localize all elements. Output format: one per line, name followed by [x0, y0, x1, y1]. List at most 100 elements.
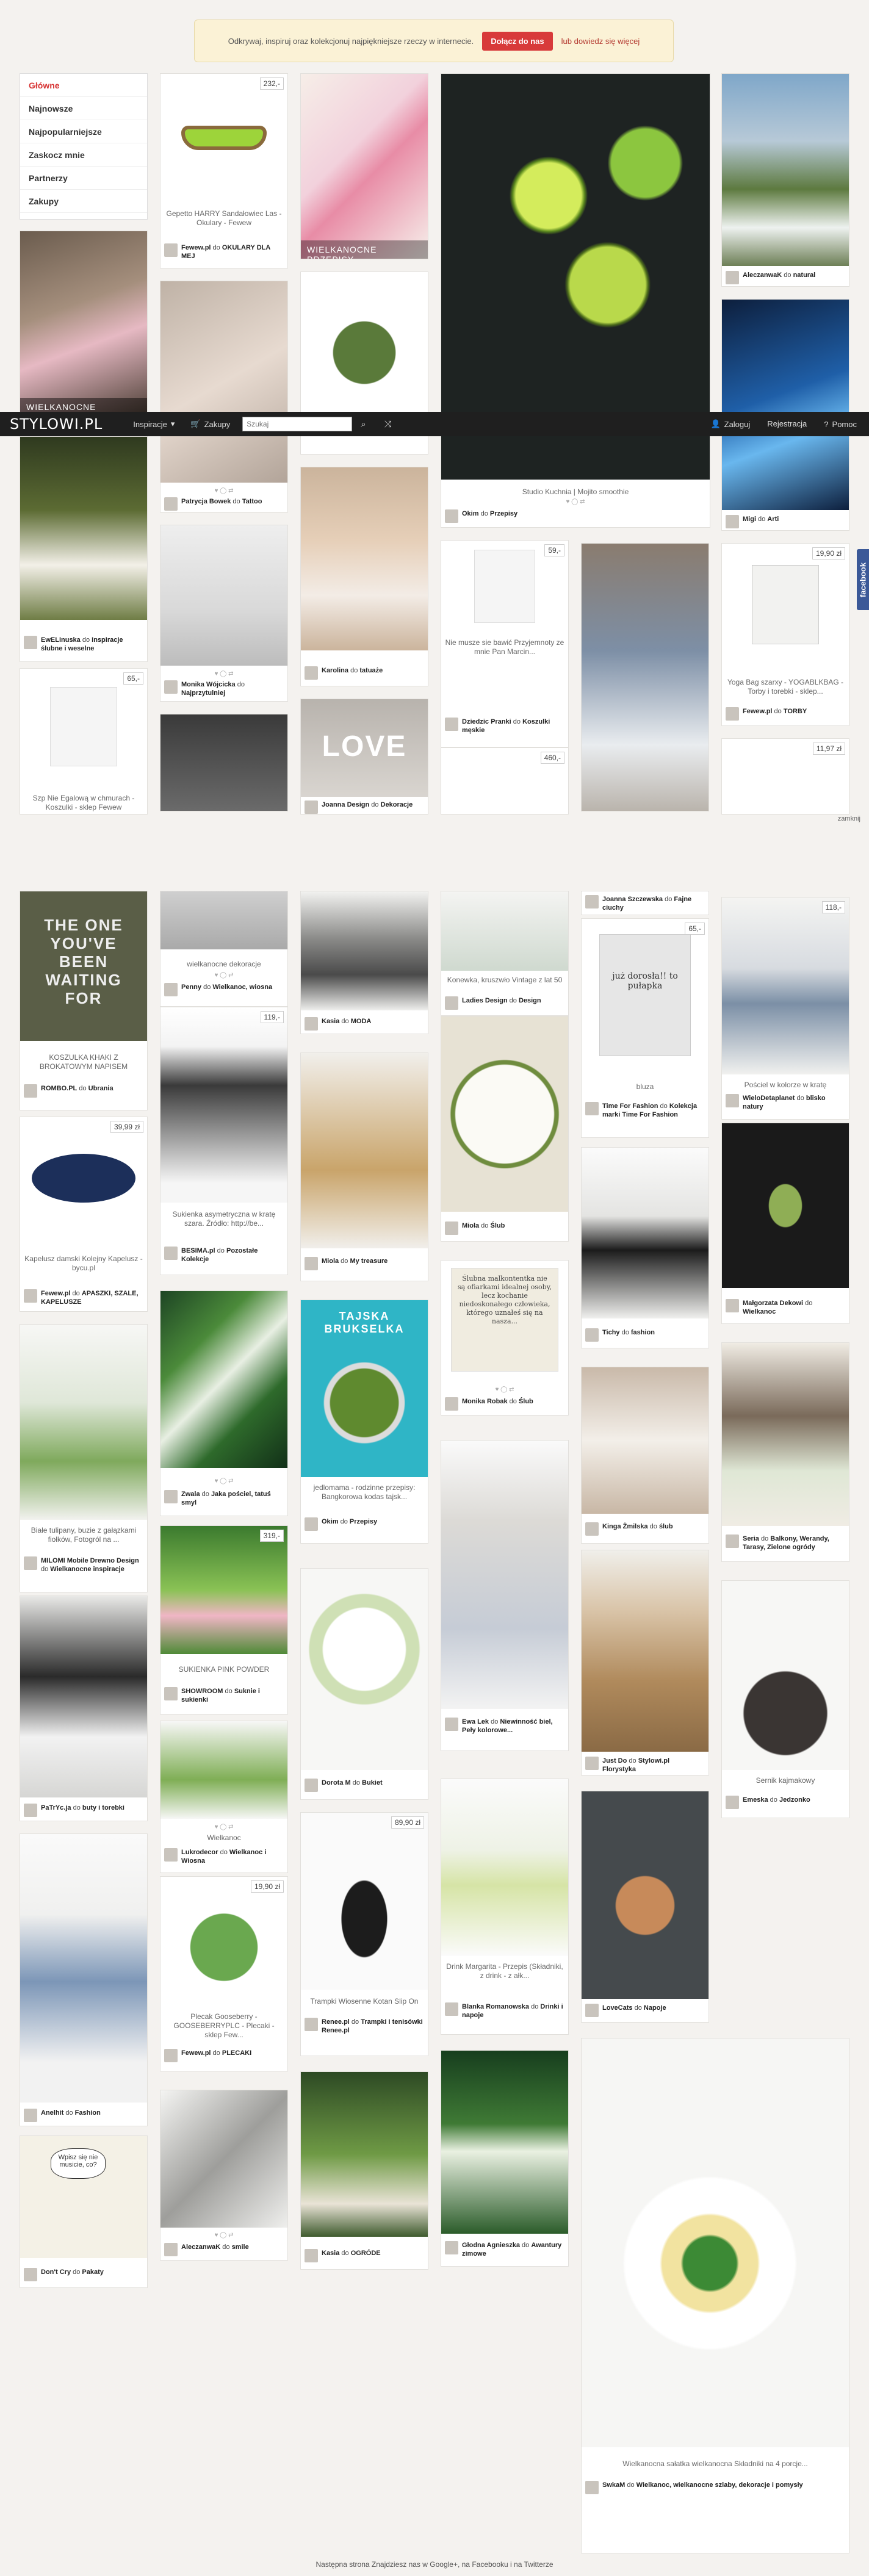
board-name[interactable]: OGRÓDE — [351, 2250, 381, 2257]
pin-image[interactable] — [722, 1581, 849, 1770]
author-name[interactable]: Just Do — [602, 1757, 627, 1765]
pin-image[interactable] — [722, 544, 849, 666]
board-name[interactable]: My treasure — [350, 1257, 388, 1265]
pin-image[interactable] — [582, 2038, 849, 2447]
board-name[interactable]: Wielkanocne inspiracje — [50, 1566, 124, 1573]
avatar[interactable] — [585, 1328, 599, 1342]
pin-card[interactable]: 39,99 zł Kapelusz damski Kolejny Kapelus… — [20, 1117, 148, 1312]
pin-card[interactable]: Sernik kajmakowy Emeska do Jedzonko — [721, 1580, 849, 1818]
author-name[interactable]: Fewew.pl — [181, 2049, 211, 2057]
board-name[interactable]: natural — [793, 272, 816, 279]
board-name[interactable]: Wielkanoc, wiosna — [212, 984, 272, 991]
avatar[interactable] — [585, 1522, 599, 1536]
avatar[interactable] — [305, 1257, 318, 1270]
author-name[interactable]: Monika Wójcicka — [181, 681, 236, 688]
pin-image[interactable]: LOVE — [301, 699, 428, 797]
author-name[interactable]: Migi — [743, 516, 756, 523]
avatar[interactable] — [445, 2002, 458, 2016]
author-name[interactable]: WieloDetaplanet — [743, 1095, 795, 1102]
avatar[interactable] — [445, 509, 458, 523]
pin-image[interactable] — [722, 1343, 849, 1526]
pin-card[interactable]: 118,- Pościel w kolorze w kratę WieloDet… — [721, 897, 849, 1120]
author-name[interactable]: Ladies Design — [462, 997, 508, 1004]
author-name[interactable]: EwELinuska — [41, 636, 81, 644]
author-name[interactable]: SHOWROOM — [181, 1688, 223, 1695]
pin-image[interactable] — [160, 1721, 287, 1819]
zakupy-link[interactable]: 🛒 Zakupy — [190, 419, 230, 429]
pin-card[interactable]: Kasia do OGRÓDE — [300, 2071, 428, 2270]
pin-card[interactable]: Ewa Lek do Niewinność biel, Peły kolorow… — [441, 1440, 569, 1751]
board-name[interactable]: PLECAKI — [222, 2049, 251, 2057]
avatar[interactable] — [726, 1796, 739, 1809]
author-name[interactable]: Monika Robak — [462, 1398, 508, 1405]
pin-image[interactable] — [160, 525, 287, 666]
pin-image[interactable] — [20, 1596, 147, 1797]
avatar[interactable] — [24, 1804, 37, 1817]
author-name[interactable]: Miola — [462, 1222, 479, 1229]
board-name[interactable]: Wielkanoc — [743, 1308, 776, 1315]
pin-card[interactable]: Głodna Agnieszka do Awantury zimowe — [441, 2050, 569, 2267]
avatar[interactable] — [164, 983, 178, 996]
learn-more-link[interactable]: lub dowiedz się więcej — [561, 37, 640, 46]
pin-image[interactable] — [441, 1441, 568, 1709]
author-name[interactable]: Kinga Żmilska — [602, 1523, 648, 1530]
author-name[interactable]: LoveCats — [602, 2004, 633, 2012]
avatar[interactable] — [726, 515, 739, 528]
pin-image[interactable] — [301, 1053, 428, 1248]
board-name[interactable]: Pakaty — [82, 2268, 103, 2276]
avatar[interactable] — [726, 1094, 739, 1107]
pin-image[interactable] — [582, 1148, 709, 1319]
pin-image[interactable] — [582, 1367, 709, 1514]
board-name[interactable]: Najprzytulniej — [181, 689, 225, 697]
pin-image[interactable] — [20, 1325, 147, 1520]
author-name[interactable]: PaTrYc.ja — [41, 1804, 71, 1811]
author-name[interactable]: Lukrodecor — [181, 1849, 218, 1856]
avatar[interactable] — [726, 1299, 739, 1312]
pin-card[interactable]: 65,- Szp Nie Egalową w chmurach - Koszul… — [20, 668, 148, 815]
pin-card[interactable]: AleczanwaK do natural — [721, 73, 849, 287]
pin-image[interactable] — [441, 2051, 568, 2234]
pin-image[interactable] — [160, 1291, 287, 1468]
help-link[interactable]: ? Pomoc — [824, 419, 857, 429]
pin-card[interactable]: 19,90 zł Plecak Gooseberry - GOOSEBERRYP… — [160, 1876, 288, 2071]
pin-card[interactable]: Studio Kuchnia | Mojito smoothie ♥ ◯ ⇄ O… — [441, 73, 710, 528]
author-name[interactable]: Małgorzata Dekowi — [743, 1300, 803, 1307]
pin-image[interactable] — [441, 1779, 568, 1956]
author-name[interactable]: Blanka Romanowska — [462, 2003, 529, 2010]
avatar[interactable] — [585, 895, 599, 908]
pin-card[interactable]: wielkanocne dekoracje ♥ ◯ ⇄ Penny do Wie… — [160, 891, 288, 1007]
pin-image[interactable]: TAJSKA BRUKSELKA — [301, 1300, 428, 1477]
close-link[interactable]: zamknij — [838, 815, 860, 822]
search-icon[interactable]: ⌕ — [361, 419, 366, 430]
avatar[interactable] — [726, 707, 739, 721]
pin-image[interactable] — [722, 300, 849, 510]
board-name[interactable]: fashion — [631, 1329, 655, 1336]
pin-card[interactable]: ♥ ◯ ⇄ Wielkanoc Lukrodecor do Wielkanoc … — [160, 1721, 288, 1873]
avatar[interactable] — [305, 2249, 318, 2262]
author-name[interactable]: Kasia — [322, 2250, 339, 2257]
facebook-side-tab[interactable]: facebook — [857, 549, 869, 610]
menu-item-najpopularniejsze[interactable]: Najpopularniejsze — [20, 120, 147, 143]
pin-image[interactable] — [160, 74, 287, 202]
avatar[interactable] — [24, 1556, 37, 1570]
pin-card[interactable]: Wpisz się nie musicie, co? Don't Cry do … — [20, 2135, 148, 2288]
register-link[interactable]: Rejestracja — [767, 419, 807, 429]
avatar[interactable] — [164, 497, 178, 511]
menu-item-glowne[interactable]: Główne — [20, 74, 147, 97]
pin-card[interactable]: Konewka, kruszwło Vintage z lat 50 Ladie… — [441, 891, 569, 1016]
pin-card[interactable]: ♥ ◯ ⇄ Monika Wójcicka do Najprzytulniej — [160, 525, 288, 702]
pin-card[interactable]: Kasia do MODA — [300, 891, 428, 1034]
avatar[interactable] — [726, 271, 739, 284]
pin-card[interactable]: Anelhit do Fashion — [20, 1833, 148, 2126]
pin-image[interactable] — [582, 1550, 709, 1752]
pin-card[interactable]: Just Do do Stylowi.pl Florystyka — [581, 1550, 709, 1775]
login-link[interactable]: 👤 Zaloguj — [710, 419, 750, 429]
pin-card[interactable]: WIELKANOCNE PRZEPISY — [300, 73, 428, 259]
board-name[interactable]: Przepisy — [490, 510, 517, 517]
avatar[interactable] — [445, 1397, 458, 1411]
author-name[interactable]: Fewew.pl — [41, 1290, 71, 1297]
pin-image[interactable] — [301, 2072, 428, 2237]
board-name[interactable]: Ślub — [490, 1222, 505, 1229]
pin-card[interactable]: ♥ ◯ ⇄ AleczanwaK do smile — [160, 2090, 288, 2261]
pin-image[interactable]: Wpisz się nie musicie, co? — [20, 2136, 147, 2258]
